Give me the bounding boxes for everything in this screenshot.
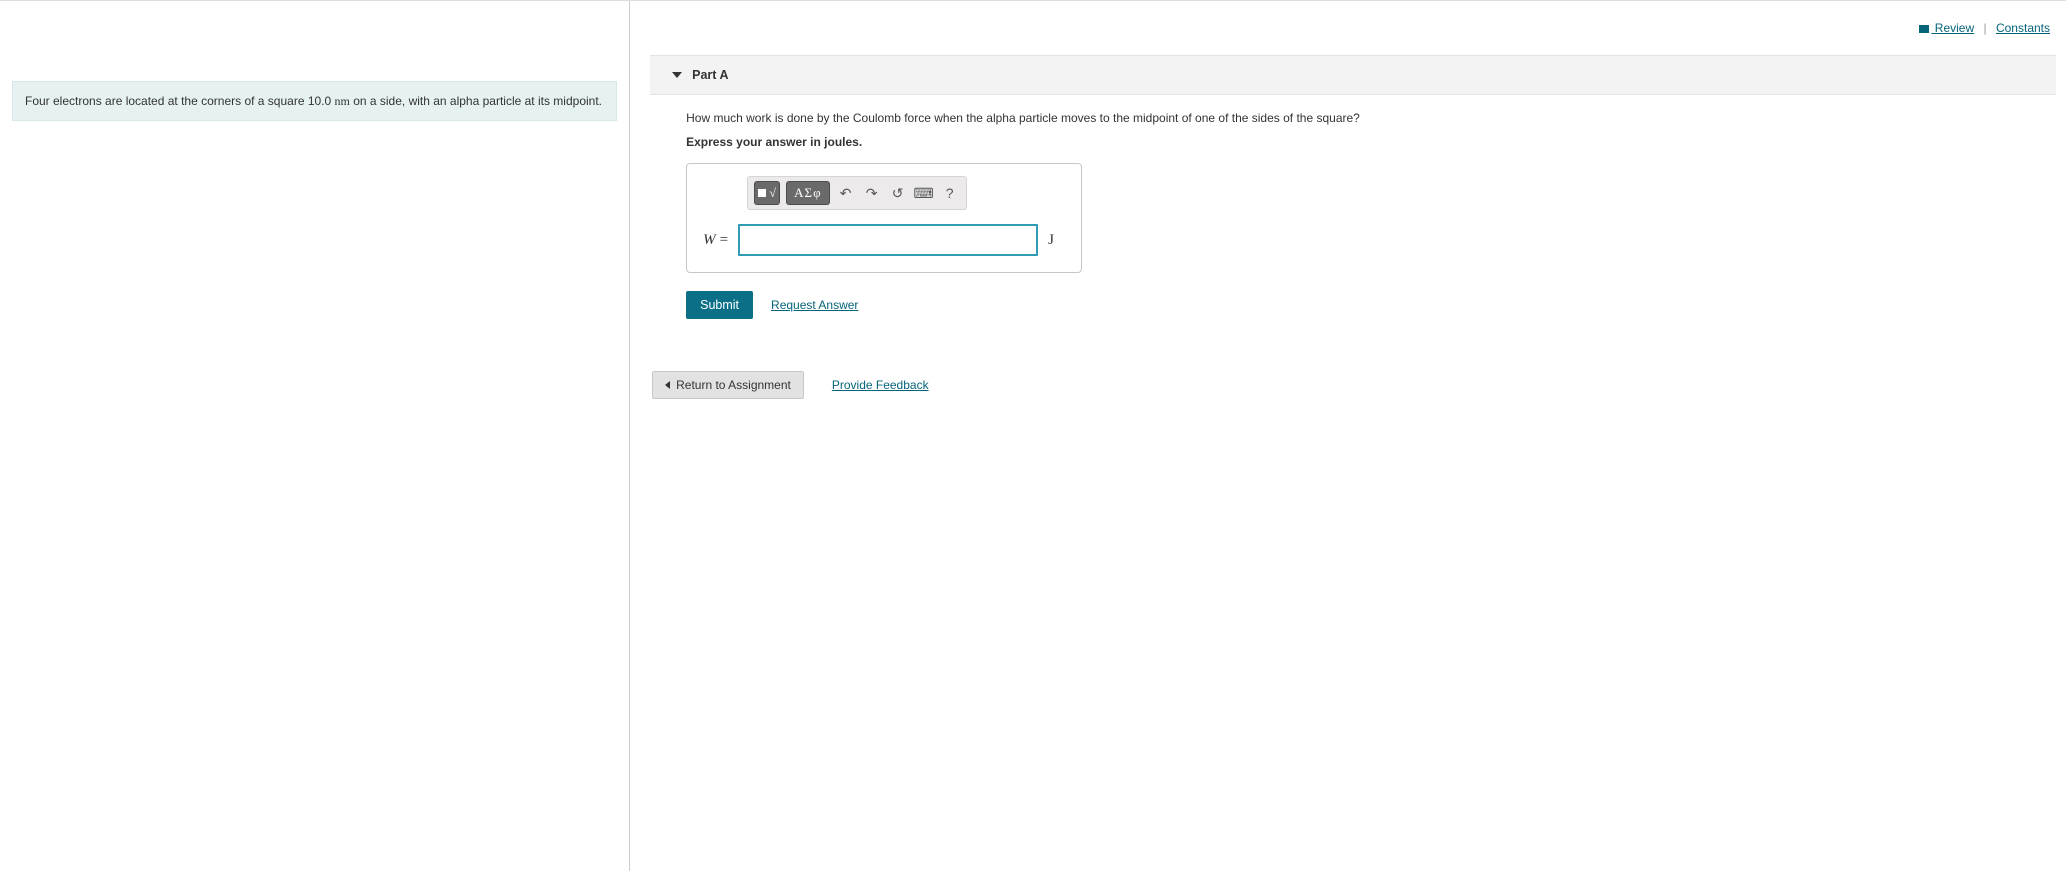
problem-text-after: on a side, with an alpha particle at its… — [350, 94, 602, 108]
review-link[interactable]: Review — [1919, 21, 1974, 35]
answer-panel: √ ΑΣφ ↶ ↷ ↺ ⌨ ? W= J — [686, 163, 1082, 273]
request-answer-link[interactable]: Request Answer — [771, 298, 858, 312]
greek-symbols-button[interactable]: ΑΣφ — [786, 181, 829, 205]
submit-button[interactable]: Submit — [686, 291, 753, 319]
help-icon[interactable]: ? — [940, 183, 960, 203]
template-button[interactable]: √ — [754, 181, 780, 205]
problem-unit-nm: nm — [335, 94, 350, 108]
keyboard-icon[interactable]: ⌨ — [914, 183, 934, 203]
question-text: How much work is done by the Coulomb for… — [686, 111, 2036, 125]
separator: | — [1984, 21, 1987, 35]
actions-row: Submit Request Answer — [686, 291, 2036, 319]
redo-icon[interactable]: ↷ — [862, 183, 882, 203]
unit-label: J — [1048, 232, 1054, 249]
problem-sidebar: Four electrons are located at the corner… — [0, 1, 630, 871]
flag-icon — [1919, 25, 1929, 33]
return-label: Return to Assignment — [676, 378, 791, 392]
review-label: Review — [1935, 21, 1974, 35]
reset-icon[interactable]: ↺ — [888, 183, 908, 203]
equation-toolbar: √ ΑΣφ ↶ ↷ ↺ ⌨ ? — [747, 176, 966, 210]
footer-row: Return to Assignment Provide Feedback — [650, 371, 2056, 399]
part-header[interactable]: Part A — [650, 55, 2056, 95]
answer-row: W= J — [703, 224, 1065, 256]
answer-input[interactable] — [738, 224, 1038, 256]
chevron-left-icon — [665, 381, 670, 389]
part-body: How much work is done by the Coulomb for… — [650, 95, 2056, 329]
top-links: Review | Constants — [650, 1, 2056, 45]
part-title: Part A — [692, 68, 728, 82]
feedback-link[interactable]: Provide Feedback — [832, 378, 929, 392]
variable-symbol: W — [703, 232, 716, 248]
problem-text-before: Four electrons are located at the corner… — [25, 94, 335, 108]
main-content: Review | Constants Part A How much work … — [630, 1, 2066, 871]
undo-icon[interactable]: ↶ — [836, 183, 856, 203]
equals-sign: = — [720, 232, 728, 248]
variable-label: W= — [703, 232, 728, 249]
collapse-icon — [672, 72, 682, 78]
constants-link[interactable]: Constants — [1996, 21, 2050, 35]
problem-statement: Four electrons are located at the corner… — [12, 81, 617, 121]
instruction-text: Express your answer in joules. — [686, 135, 2036, 149]
return-button[interactable]: Return to Assignment — [652, 371, 804, 399]
